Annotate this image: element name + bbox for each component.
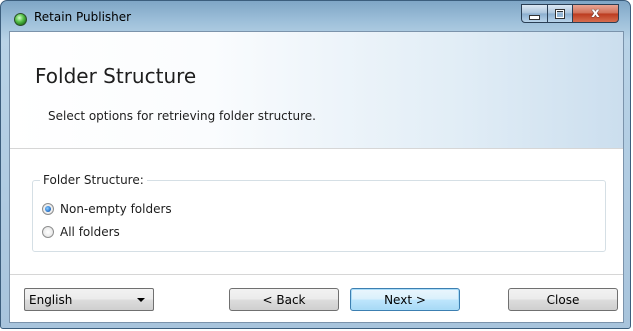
maximize-icon	[555, 8, 565, 19]
minimize-icon	[529, 15, 540, 20]
language-select[interactable]: English	[24, 288, 154, 311]
title-bar[interactable]: Retain Publisher x	[1, 1, 630, 32]
app-icon	[14, 13, 27, 26]
wizard-content: Folder Structure Select options for retr…	[9, 31, 624, 323]
window-title: Retain Publisher	[34, 10, 132, 24]
radio-all-folders[interactable]: All folders	[42, 225, 120, 239]
wizard-header: Folder Structure Select options for retr…	[10, 32, 623, 148]
maximize-button[interactable]	[547, 4, 573, 23]
next-button[interactable]: Next >	[350, 288, 460, 311]
radio-button-checked[interactable]	[42, 203, 54, 215]
radio-label: Non-empty folders	[60, 202, 172, 216]
app-window: Retain Publisher x Folder Structure Sele…	[0, 0, 631, 329]
group-legend: Folder Structure:	[40, 173, 147, 187]
footer-divider	[10, 274, 623, 275]
radio-button[interactable]	[42, 226, 54, 238]
radio-non-empty-folders[interactable]: Non-empty folders	[42, 202, 172, 216]
close-icon: x	[591, 6, 600, 21]
close-button[interactable]: Close	[508, 288, 618, 311]
page-subtitle: Select options for retrieving folder str…	[48, 109, 316, 123]
close-window-button[interactable]: x	[572, 4, 619, 23]
folder-structure-group	[32, 180, 606, 252]
language-value: English	[29, 292, 73, 307]
header-divider	[10, 148, 623, 149]
dropdown-arrow-icon	[137, 297, 145, 302]
radio-label: All folders	[60, 225, 120, 239]
back-button[interactable]: < Back	[229, 288, 339, 311]
page-title: Folder Structure	[35, 64, 197, 88]
minimize-button[interactable]	[521, 4, 548, 23]
